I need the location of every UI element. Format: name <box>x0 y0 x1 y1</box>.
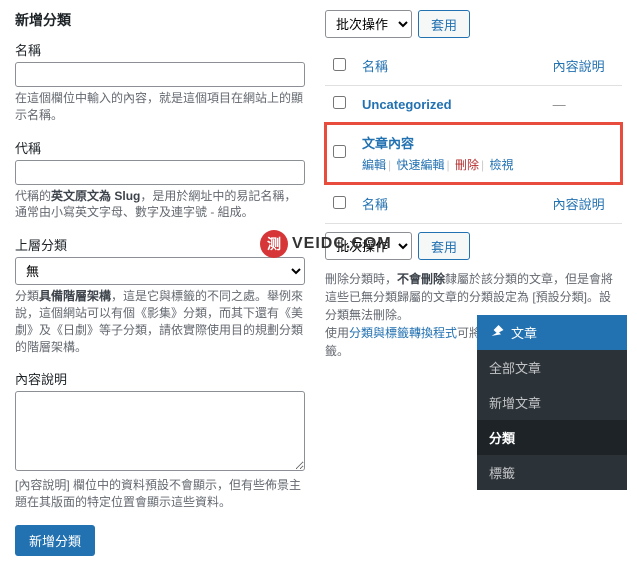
col-desc-bottom[interactable]: 內容說明 <box>553 197 605 212</box>
flyout-head[interactable]: 文章 <box>477 315 627 350</box>
description-help: [內容說明] 欄位中的資料預設不會顯示，但有些佈景主題在其版面的特定位置會顯示這… <box>15 477 305 511</box>
delete-link[interactable]: 刪除 <box>455 158 479 172</box>
bulk-action-select-top[interactable]: 批次操作 <box>325 10 412 38</box>
row-title-link[interactable]: 文章內容 <box>362 136 414 151</box>
row-checkbox[interactable] <box>333 96 346 109</box>
flyout-item-all[interactable]: 全部文章 <box>477 350 627 385</box>
row-title-link[interactable]: Uncategorized <box>362 97 452 112</box>
bulk-action-select-bottom[interactable]: 批次操作 <box>325 232 412 260</box>
table-row: 文章內容 編輯| 快速編輯| 刪除| 檢視 <box>325 123 622 184</box>
flyout-item-new[interactable]: 新增文章 <box>477 385 627 420</box>
converter-link[interactable]: 分類與標籤轉換程式 <box>349 326 457 340</box>
edit-link[interactable]: 編輯 <box>362 158 386 172</box>
name-label: 名稱 <box>15 40 305 59</box>
parent-label: 上層分類 <box>15 235 305 254</box>
col-name-top[interactable]: 名稱 <box>362 59 388 74</box>
name-desc: 在這個欄位中輸入的內容，就是這個項目在網站上的顯示名稱。 <box>15 90 305 124</box>
col-name-bottom[interactable]: 名稱 <box>362 197 388 212</box>
row-desc: — <box>545 86 622 123</box>
parent-select[interactable]: 無 <box>15 257 305 285</box>
name-input[interactable] <box>15 62 305 87</box>
flyout-item-categories[interactable]: 分類 <box>477 420 627 455</box>
view-link[interactable]: 檢視 <box>489 158 513 172</box>
select-all-bottom[interactable] <box>333 196 346 209</box>
slug-label: 代稱 <box>15 138 305 157</box>
quick-edit-link[interactable]: 快速編輯 <box>396 158 444 172</box>
flyout-item-tags[interactable]: 標籤 <box>477 455 627 490</box>
pin-icon <box>485 322 507 344</box>
description-label: 內容說明 <box>15 369 305 388</box>
parent-desc: 分類具備階層架構，這是它與標籤的不同之處。舉例來說，這個網站可以有個《影集》分類… <box>15 288 305 355</box>
categories-table: 名稱 內容說明 Uncategorized — 文章內容 編輯| 快 <box>325 46 622 224</box>
col-desc-top[interactable]: 內容說明 <box>553 59 605 74</box>
row-actions: 編輯| 快速編輯| 刪除| 檢視 <box>362 156 537 173</box>
add-category-button[interactable]: 新增分類 <box>15 525 95 556</box>
posts-flyout-menu: 文章 全部文章 新增文章 分類 標籤 <box>477 315 627 490</box>
description-textarea[interactable] <box>15 391 305 471</box>
row-checkbox[interactable] <box>333 145 346 158</box>
apply-button-bottom[interactable]: 套用 <box>418 232 470 260</box>
row-desc <box>545 123 622 184</box>
slug-desc: 代稱的英文原文為 Slug，是用於網址中的易記名稱，通常由小寫英文字母、數字及連… <box>15 188 305 222</box>
table-row: Uncategorized — <box>325 86 622 123</box>
add-category-heading: 新增分類 <box>15 10 305 30</box>
select-all-top[interactable] <box>333 58 346 71</box>
slug-input[interactable] <box>15 160 305 185</box>
apply-button-top[interactable]: 套用 <box>418 10 470 38</box>
